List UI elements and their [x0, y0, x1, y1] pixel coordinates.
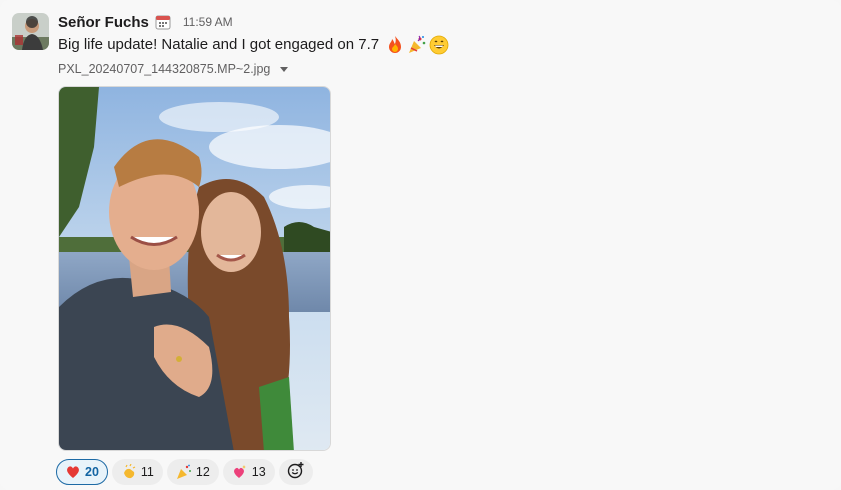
clapping-hands-icon — [121, 463, 137, 480]
message-card: Señor Fuchs 11:59 AM Big life update! Na… — [0, 0, 841, 490]
reaction-count: 13 — [251, 465, 266, 479]
reaction-sparkling-heart[interactable]: 13 — [222, 459, 275, 485]
message-text: Big life update! Natalie and I got engag… — [58, 36, 380, 53]
grinning-face-icon — [429, 35, 449, 55]
chevron-down-icon[interactable] — [280, 66, 289, 72]
attached-photo[interactable] — [58, 86, 331, 451]
reaction-count: 20 — [85, 465, 99, 479]
reaction-clapping-hands[interactable]: 11 — [111, 459, 163, 485]
reaction-red-heart[interactable]: 20 — [56, 459, 108, 485]
calendar-icon[interactable] — [155, 14, 171, 30]
party-popper-icon — [407, 35, 427, 55]
red-heart-icon — [65, 464, 81, 480]
add-emoji-icon — [287, 461, 305, 484]
timestamp[interactable]: 11:59 AM — [183, 15, 233, 29]
reaction-count: 12 — [195, 465, 210, 479]
sparkling-heart-icon — [232, 464, 248, 480]
message-body: Big life update! Natalie and I got engag… — [58, 34, 449, 56]
fire-icon — [385, 35, 405, 55]
attachment-header[interactable]: PXL_20240707_144320875.MP~2.jpg — [58, 62, 289, 76]
sender-name[interactable]: Señor Fuchs — [58, 14, 149, 31]
reaction-count: 11 — [140, 465, 154, 479]
reaction-party-popper[interactable]: 12 — [166, 459, 219, 485]
party-popper-icon — [176, 464, 192, 480]
add-reaction-button[interactable] — [278, 459, 313, 485]
reactions-bar: 20 11 12 13 — [56, 459, 313, 485]
attachment-filename[interactable]: PXL_20240707_144320875.MP~2.jpg — [58, 62, 270, 76]
avatar[interactable] — [12, 13, 49, 50]
message-header: Señor Fuchs 11:59 AM — [58, 12, 233, 32]
